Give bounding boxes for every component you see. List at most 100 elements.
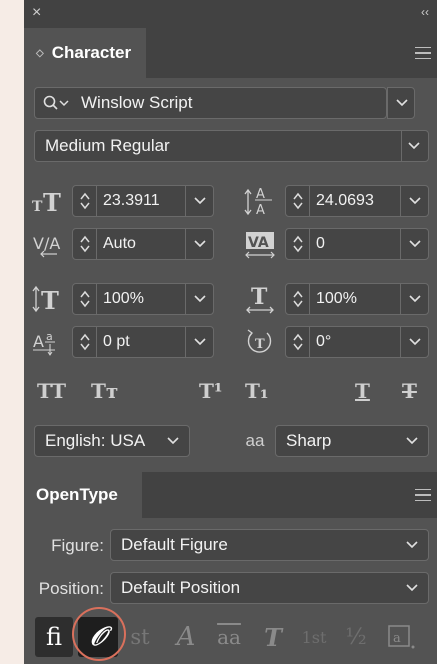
underline-button[interactable]: T bbox=[355, 379, 370, 403]
leading-value: 24.0693 bbox=[316, 192, 374, 209]
horizontal-scale-icon: T bbox=[242, 283, 278, 315]
chevron-down-icon[interactable] bbox=[400, 229, 428, 259]
tab-expand-icon: ◇ bbox=[36, 47, 44, 59]
fractions-button[interactable]: ½ bbox=[342, 620, 370, 654]
tracking-value: 0 bbox=[316, 235, 325, 252]
stepper-icon[interactable] bbox=[73, 284, 97, 314]
font-size-value: 23.3911 bbox=[103, 192, 160, 209]
vertical-scale-value: 100% bbox=[103, 290, 144, 307]
search-icon[interactable] bbox=[43, 95, 71, 111]
contextual-alternates-button[interactable]: T bbox=[256, 620, 290, 654]
language-value: English: USA bbox=[45, 431, 146, 450]
tracking-icon: VA bbox=[242, 228, 278, 260]
tab-opentype-label: OpenType bbox=[36, 485, 118, 504]
font-size-icon: TT bbox=[30, 186, 66, 216]
titling-alternates-button[interactable]: aa bbox=[210, 620, 248, 654]
stepper-icon[interactable] bbox=[73, 229, 97, 259]
chevron-down-icon[interactable] bbox=[185, 327, 213, 357]
character-tab-bar: ◇ Character bbox=[24, 28, 437, 78]
position-label: Position: bbox=[38, 579, 104, 598]
svg-text:VA: VA bbox=[248, 235, 269, 251]
panel-menu-icon[interactable] bbox=[411, 28, 437, 78]
svg-text:a: a bbox=[46, 330, 53, 343]
stepper-icon[interactable] bbox=[73, 186, 97, 216]
font-family-field[interactable]: Winslow Script bbox=[34, 87, 387, 119]
svg-text:T: T bbox=[41, 286, 59, 314]
svg-text:T: T bbox=[32, 199, 43, 213]
panel-title-bar: × ‹‹ bbox=[24, 0, 437, 28]
chevron-down-icon[interactable] bbox=[185, 186, 213, 216]
svg-text:V/A: V/A bbox=[33, 234, 60, 253]
chevron-down-icon[interactable] bbox=[400, 186, 428, 216]
svg-text:a: a bbox=[393, 631, 401, 646]
small-caps-label: Tт bbox=[91, 379, 119, 403]
rotation-field[interactable]: 0° bbox=[285, 326, 429, 358]
position-select[interactable]: Default Position bbox=[110, 572, 429, 604]
stylistic-alternates-button[interactable]: A bbox=[169, 620, 203, 654]
font-style-value: Medium Regular bbox=[45, 136, 170, 155]
close-icon[interactable]: × bbox=[32, 5, 41, 21]
character-panel: × ‹‹ ◇ Character Winslow Script Medium R… bbox=[24, 0, 437, 664]
vertical-scale-icon: T bbox=[30, 283, 66, 315]
tab-opentype[interactable]: OpenType bbox=[24, 472, 142, 518]
stepper-icon[interactable] bbox=[73, 327, 97, 357]
character-rotation-icon: T bbox=[242, 326, 278, 358]
small-caps-button[interactable]: Tт bbox=[91, 379, 118, 403]
chevron-down-icon bbox=[400, 131, 428, 161]
chevron-down-icon bbox=[402, 530, 422, 560]
antialias-value: Sharp bbox=[286, 431, 332, 450]
stepper-icon[interactable] bbox=[286, 186, 310, 216]
chevron-down-icon bbox=[163, 426, 183, 456]
baseline-shift-icon: Aa bbox=[30, 326, 66, 358]
all-caps-button[interactable]: TT bbox=[37, 379, 66, 403]
ordinals-button[interactable]: 1st bbox=[298, 620, 330, 654]
collapse-icon[interactable]: ‹‹ bbox=[421, 6, 429, 18]
tab-character[interactable]: ◇ Character bbox=[24, 28, 146, 78]
language-select[interactable]: English: USA bbox=[34, 425, 190, 457]
figure-label: Figure: bbox=[51, 536, 104, 555]
antialias-select[interactable]: Sharp bbox=[275, 425, 429, 457]
antialias-icon: aa bbox=[245, 431, 265, 450]
chevron-down-icon[interactable] bbox=[185, 284, 213, 314]
leading-field[interactable]: 24.0693 bbox=[285, 185, 429, 217]
font-style-field[interactable]: Medium Regular bbox=[34, 130, 429, 162]
strikethrough-button[interactable]: T bbox=[402, 379, 417, 403]
chevron-down-icon bbox=[402, 573, 422, 603]
opentype-tab-bar: OpenType bbox=[24, 472, 437, 518]
position-value: Default Position bbox=[121, 578, 241, 597]
figure-value: Default Figure bbox=[121, 535, 228, 554]
baseline-shift-value: 0 pt bbox=[103, 333, 130, 350]
chevron-down-icon[interactable] bbox=[400, 327, 428, 357]
kerning-icon: V/A bbox=[30, 228, 66, 260]
font-family-dropdown[interactable] bbox=[387, 87, 415, 119]
subscript-button[interactable]: T₁ bbox=[245, 379, 269, 403]
svg-text:A: A bbox=[256, 203, 265, 217]
font-size-field[interactable]: 23.3911 bbox=[72, 185, 214, 217]
tracking-field[interactable]: 0 bbox=[285, 228, 429, 260]
chevron-down-icon[interactable] bbox=[400, 284, 428, 314]
vertical-scale-field[interactable]: 100% bbox=[72, 283, 214, 315]
figure-select[interactable]: Default Figure bbox=[110, 529, 429, 561]
more-features-icon[interactable]: a bbox=[384, 620, 418, 654]
svg-text:T: T bbox=[251, 284, 268, 310]
baseline-shift-field[interactable]: 0 pt bbox=[72, 326, 214, 358]
chevron-down-icon[interactable] bbox=[185, 229, 213, 259]
svg-text:T: T bbox=[255, 337, 265, 352]
standard-ligatures-button[interactable]: ﬁ bbox=[35, 617, 73, 657]
superscript-button[interactable]: T¹ bbox=[199, 379, 223, 403]
chevron-down-icon bbox=[388, 88, 416, 118]
discretionary-ligatures-button[interactable]: st bbox=[124, 620, 156, 654]
rotation-value: 0° bbox=[316, 333, 332, 350]
stepper-icon[interactable] bbox=[286, 284, 310, 314]
panel-menu-icon[interactable] bbox=[411, 472, 437, 518]
tab-character-label: Character bbox=[51, 43, 132, 62]
svg-text:T: T bbox=[43, 189, 61, 213]
horizontal-scale-value: 100% bbox=[316, 290, 357, 307]
kerning-field[interactable]: Auto bbox=[72, 228, 214, 260]
stepper-icon[interactable] bbox=[286, 229, 310, 259]
horizontal-scale-field[interactable]: 100% bbox=[285, 283, 429, 315]
stepper-icon[interactable] bbox=[286, 327, 310, 357]
leading-icon: AA bbox=[242, 184, 278, 218]
font-family-value: Winslow Script bbox=[81, 93, 193, 112]
svg-text:A: A bbox=[33, 332, 44, 351]
